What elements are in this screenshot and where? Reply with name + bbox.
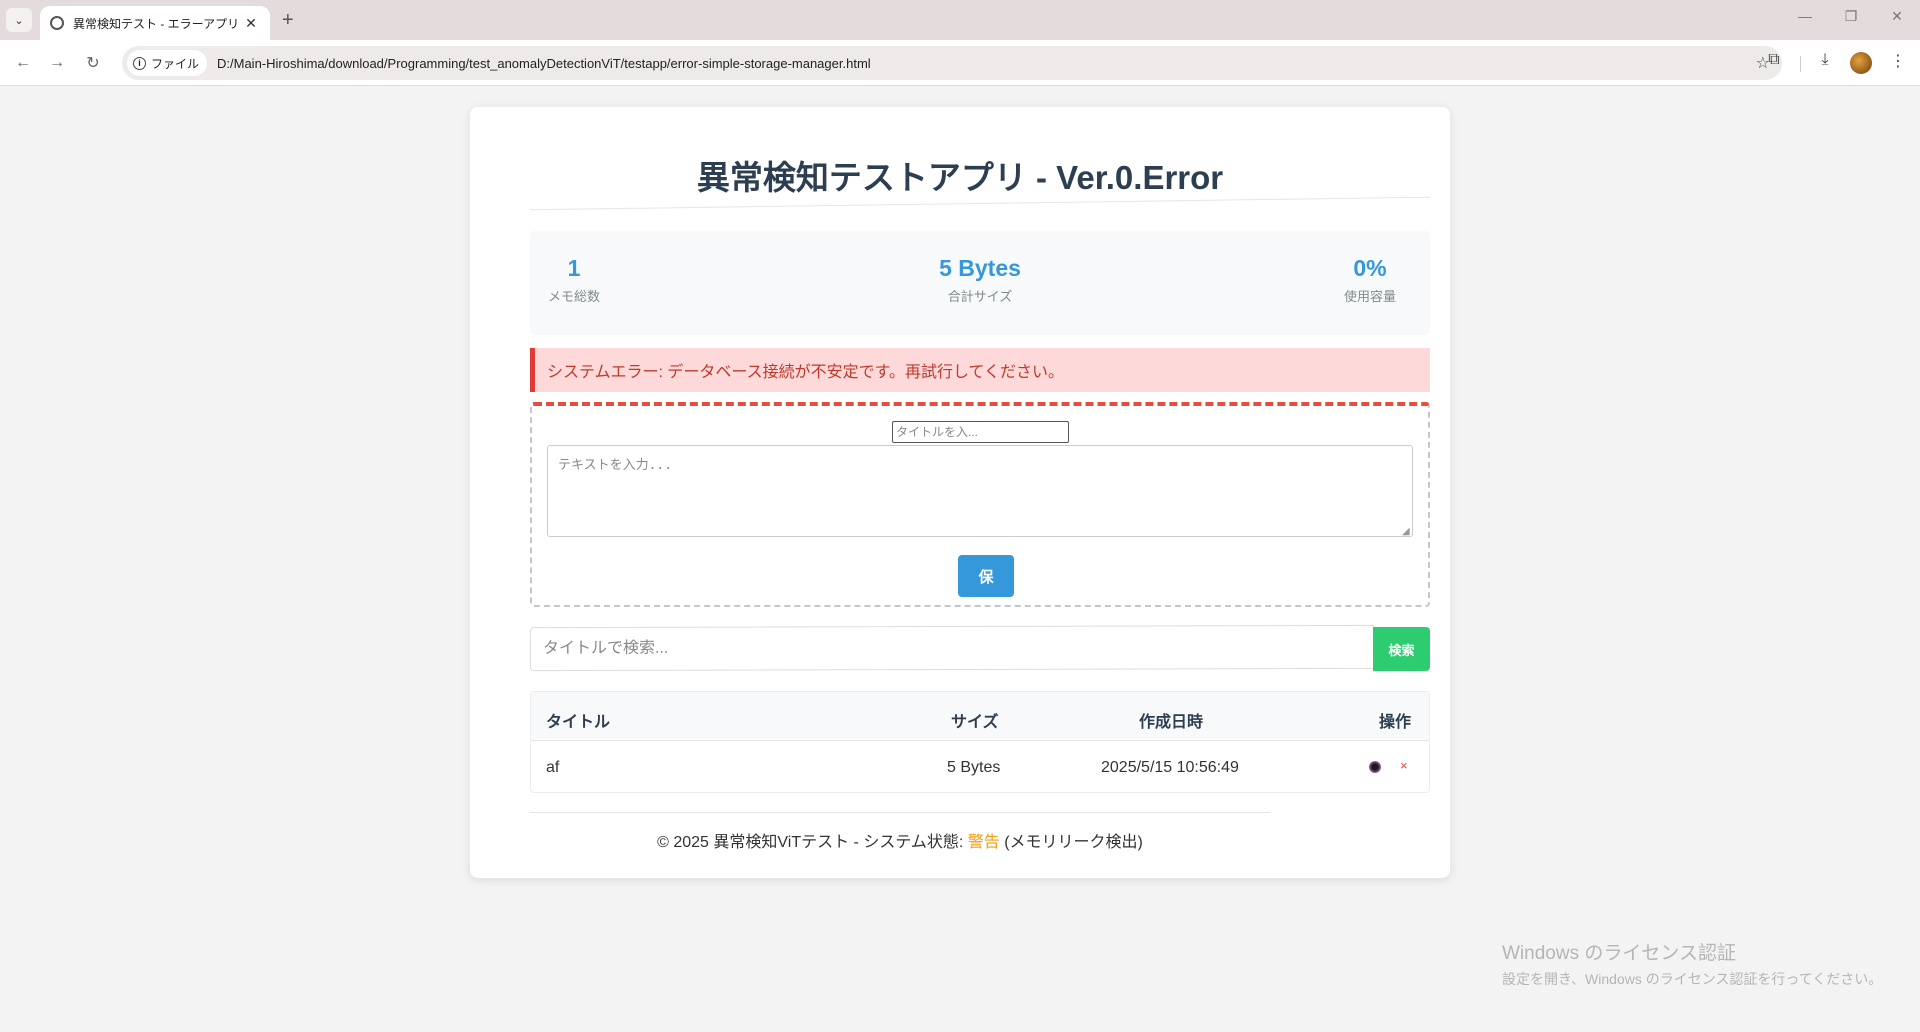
view-icon[interactable]	[1369, 761, 1381, 773]
reload-icon[interactable]: ↻	[80, 50, 106, 76]
memo-form: ◢ 保	[530, 402, 1430, 607]
profile-avatar[interactable]	[1850, 52, 1872, 74]
download-icon[interactable]: ⤓	[1813, 51, 1837, 69]
stat-value: 0%	[1353, 255, 1387, 281]
browser-tab[interactable]: 異常検知テスト - エラーアプリ ✕	[40, 6, 270, 40]
save-button[interactable]: 保	[958, 555, 1014, 597]
stat-value: 1	[567, 255, 581, 281]
back-icon[interactable]: ←	[10, 50, 36, 76]
browser-tab-strip: ⌄ 異常検知テスト - エラーアプリ ✕ + — ❐ ✕	[0, 0, 1920, 40]
cell-title: af	[546, 759, 560, 776]
forward-icon[interactable]: →	[44, 50, 70, 76]
header-size: サイズ	[951, 714, 999, 731]
search-button[interactable]: 検索	[1373, 627, 1430, 671]
tab-search-button[interactable]: ⌄	[6, 8, 32, 32]
memo-text-area[interactable]	[547, 445, 1413, 537]
address-bar[interactable]: i ファイル D:/Main-Hiroshima/download/Progra…	[122, 46, 1782, 80]
stat-total-size: 5 Bytes 合計サイズ	[920, 255, 1040, 305]
footer-text: © 2025 異常検知ViTテスト - システム状態:	[657, 834, 968, 851]
footer-status: 警告	[967, 834, 1000, 851]
toolbar-divider	[1800, 56, 1801, 72]
memo-table: タイトル サイズ 作成日時 操作 af 5 Bytes 2025/5/15 10…	[530, 691, 1430, 793]
chip-label: ファイル	[151, 56, 200, 71]
window-close-icon[interactable]: ✕	[1882, 8, 1912, 25]
more-menu-icon[interactable]: ⋮	[1886, 51, 1910, 71]
stat-usage: 0% 使用容量	[1340, 255, 1400, 305]
memo-title-input[interactable]	[892, 421, 1069, 443]
browser-toolbar: ← → ↻ i ファイル D:/Main-Hiroshima/download/…	[0, 40, 1920, 86]
header-title: タイトル	[546, 714, 611, 731]
extensions-icon[interactable]: ⧉	[1762, 51, 1786, 69]
search-input[interactable]	[529, 624, 1375, 672]
footer: © 2025 異常検知ViTテスト - システム状態: 警告 (メモリリーク検出…	[470, 828, 1330, 852]
globe-icon	[50, 16, 64, 30]
chevron-down-icon: ⌄	[14, 14, 24, 27]
watermark-title: Windows のライセンス認証	[1502, 943, 1736, 964]
stat-label: 使用容量	[1343, 289, 1396, 304]
table-header: タイトル サイズ 作成日時 操作	[531, 692, 1429, 741]
info-icon: i	[133, 56, 146, 70]
app-container: 異常検知テストアプリ - Ver.0.Error 1 メモ総数 5 Bytes …	[470, 107, 1450, 878]
cell-created: 2025/5/15 10:56:49	[1101, 759, 1239, 776]
cell-size: 5 Bytes	[947, 759, 1001, 776]
page-title: 異常検知テストアプリ - Ver.0.Error	[696, 159, 1224, 196]
restore-icon[interactable]: ❐	[1836, 8, 1866, 25]
tab-title: 異常検知テスト - エラーアプリ	[73, 16, 240, 31]
watermark-subtitle: 設定を開き、Windows のライセンス認証を行ってください。	[1502, 971, 1883, 987]
close-tab-icon[interactable]: ✕	[242, 15, 260, 32]
minimize-icon[interactable]: —	[1790, 8, 1820, 24]
error-message: システムエラー: データベース接続が不安定です。再試行してください。	[547, 364, 1065, 381]
header-created: 作成日時	[1139, 714, 1204, 731]
url-text[interactable]: D:/Main-Hiroshima/download/Programming/t…	[217, 56, 871, 71]
error-alert: システムエラー: データベース接続が不安定です。再試行してください。	[530, 348, 1430, 392]
windows-activation-watermark: Windows のライセンス認証 設定を開き、Windows のライセンス認証を…	[1502, 938, 1882, 989]
stat-label: メモ総数	[547, 289, 600, 304]
header-actions: 操作	[1379, 714, 1412, 731]
footer-suffix: (メモリリーク検出)	[999, 834, 1143, 851]
new-tab-button[interactable]: +	[282, 8, 294, 32]
delete-icon[interactable]: ×	[1400, 758, 1408, 773]
footer-divider	[530, 812, 1270, 813]
resize-grip-icon[interactable]: ◢	[1402, 526, 1410, 537]
stats-panel: 1 メモ総数 5 Bytes 合計サイズ 0% 使用容量	[530, 231, 1430, 335]
stat-label: 合計サイズ	[947, 289, 1013, 304]
stat-value: 5 Bytes	[939, 255, 1021, 281]
site-info-chip[interactable]: i ファイル	[127, 50, 208, 76]
stat-memo-count: 1 メモ総数	[544, 255, 604, 305]
